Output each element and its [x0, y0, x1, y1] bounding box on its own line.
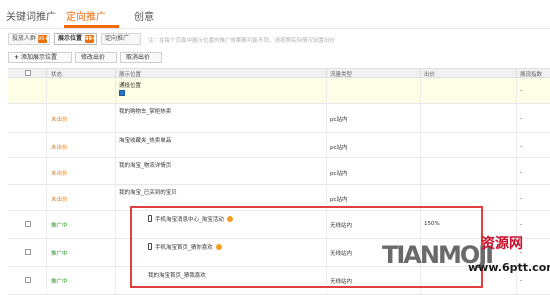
flow-type-value: pc站内	[330, 145, 348, 151]
position-text[interactable]: 我的淘宝_物流详情页	[119, 161, 171, 169]
subtab-label: 展示位置	[58, 35, 83, 42]
row-checkbox[interactable]	[25, 277, 31, 283]
col-bid[interactable]: 出价	[424, 70, 435, 78]
position-text[interactable]: 淘宝收藏夹_热卖单品	[119, 136, 171, 144]
impressions-value: -	[520, 169, 523, 176]
status-badge: 未出价	[51, 117, 68, 123]
col-impressions[interactable]: 展现指数	[520, 70, 542, 78]
subtab-placement[interactable]: 展示位置 99+	[54, 33, 97, 45]
impressions-value: -	[520, 87, 523, 94]
status-badge: 推广中	[51, 251, 68, 257]
status-badge: 未出价	[51, 171, 68, 177]
row-checkbox[interactable]	[25, 221, 31, 227]
flow-type-value: pc站内	[330, 171, 348, 177]
position-text[interactable]: 通投位置	[119, 81, 141, 89]
tab-targeted-promotion[interactable]: 定向推广	[66, 8, 106, 23]
watermark-url: www.6ptt.com	[468, 261, 550, 274]
status-badge: 推广中	[51, 279, 68, 285]
tab-creative[interactable]: 创意	[134, 8, 154, 23]
table-row: 未出价 淘宝收藏夹_热卖单品 pc站内 -	[8, 133, 550, 158]
impressions-value: -	[520, 195, 523, 202]
flag-icon	[119, 90, 125, 96]
modify-bid-button[interactable]: 修改出价	[75, 52, 117, 63]
count-badge: 99+	[85, 35, 97, 43]
active-tab-underline	[64, 25, 119, 28]
cancel-bid-button[interactable]: 取消出价	[120, 52, 162, 63]
count-badge: 99+	[38, 35, 49, 43]
impressions-value: -	[520, 115, 523, 122]
select-all-checkbox[interactable]	[25, 70, 31, 76]
col-flow-type[interactable]: 流量类型	[330, 70, 352, 78]
position-text[interactable]: 我的购物车_掌柜热卖	[119, 107, 171, 115]
subtab-label: 投放人群	[12, 35, 37, 42]
table-row: 未出价 我的淘宝_物流详情页 pc站内 -	[8, 158, 550, 185]
col-position[interactable]: 展示位置	[119, 70, 141, 78]
position-text[interactable]: 我的淘宝_已买到的宝贝	[119, 188, 177, 196]
plus-icon: +	[14, 54, 20, 61]
status-badge: 未出价	[51, 197, 68, 203]
subtab-audience[interactable]: 投放人群 99+	[8, 33, 50, 45]
watermark: TIANMOJI 资源网 www.6ptt.com	[382, 233, 550, 295]
subtab-targeted[interactable]: 定向推广	[101, 33, 141, 45]
tab-keyword-promotion[interactable]: 关键词推广	[6, 8, 56, 23]
row-checkbox[interactable]	[25, 249, 31, 255]
flow-type-value: pc站内	[330, 117, 348, 123]
hint-text: 注：在每个页面中展示位置的推广效果都可能不同，请按照实际情况设置出价	[148, 38, 336, 44]
add-placement-button[interactable]: + 添加展示位置	[8, 52, 72, 63]
table-header: 状态 展示位置 流量类型 出价 展现指数	[8, 68, 550, 78]
impressions-value: -	[520, 143, 523, 150]
status-badge: 推广中	[51, 223, 68, 229]
watermark-site-name: 资源网	[481, 236, 523, 252]
subtab-label: 定向推广	[105, 35, 130, 42]
impressions-value: -	[520, 221, 523, 228]
flow-type-value: pc站内	[330, 197, 348, 203]
table-row: 通投位置 -	[8, 78, 550, 104]
col-status[interactable]: 状态	[51, 70, 62, 78]
top-tab-bar: 关键词推广 定向推广 创意	[0, 0, 550, 29]
status-badge: 未出价	[51, 145, 68, 151]
table-row: 未出价 我的购物车_掌柜热卖 pc站内 -	[8, 104, 550, 133]
